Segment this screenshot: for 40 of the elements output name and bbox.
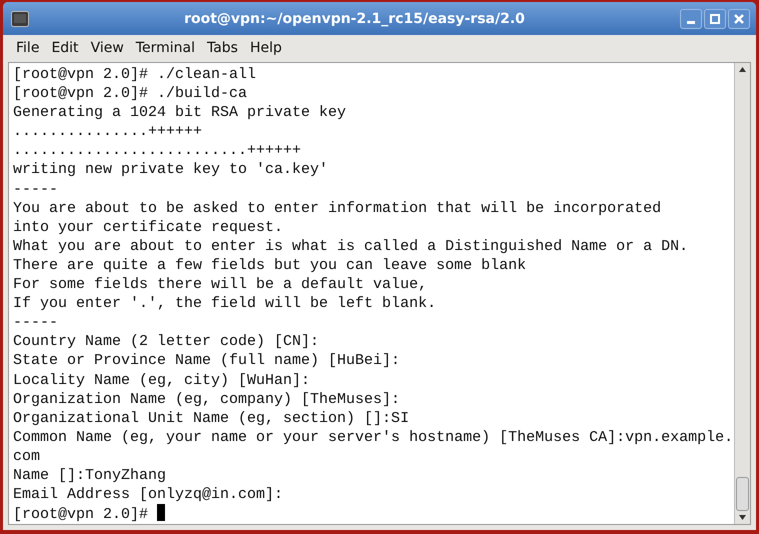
terminal-line: ----- <box>13 313 60 332</box>
maximize-button[interactable] <box>704 8 726 28</box>
scroll-thumb[interactable] <box>736 477 749 511</box>
scrollbar[interactable] <box>734 63 750 524</box>
terminal-icon <box>11 10 29 26</box>
terminal-line: com <box>13 446 42 466</box>
terminal-line: ..........................++++++ <box>13 141 302 160</box>
terminal-line: Email Address [onlyzq@in.com]: <box>13 485 284 504</box>
menu-item[interactable]: Terminal <box>130 38 200 58</box>
terminal-line: writing new private key to 'ca.key' <box>13 160 330 180</box>
terminal-line: If you enter '.', the field will be left blank. <box>13 294 438 314</box>
terminal-line: Country Name (2 letter code) [CN]: <box>13 332 320 352</box>
minimize-icon <box>687 20 695 24</box>
menu-item[interactable]: View <box>86 38 129 58</box>
terminal-line: Name []:TonyZhang <box>13 466 168 486</box>
minimize-button[interactable] <box>680 8 702 28</box>
terminal-line: Locality Name (eg, city) [WuHan]: <box>13 370 312 390</box>
menu-item[interactable]: File <box>11 38 44 58</box>
terminal-line: into your certificate request. <box>13 218 284 237</box>
menu-item[interactable]: Help <box>244 38 287 58</box>
close-icon <box>733 12 745 24</box>
terminal-line: State or Province Name (full name) [HuBei]: <box>13 351 402 370</box>
terminal-line: For some fields there will be a default value, <box>13 275 428 294</box>
terminal-line: Common Name (eg, your name or your server's hostname) [TheMuses CA]:vpn.example. <box>13 428 734 447</box>
window-title: root@vpn:~/openvpn-2.1_rc15/easy-rsa/2.0 <box>183 10 526 26</box>
terminal-line: ...............++++++ <box>13 122 204 142</box>
menu-item[interactable]: Edit <box>46 38 84 58</box>
terminal-line: ----- <box>13 180 60 199</box>
terminal-line: [root@vpn 2.0]# <box>13 504 734 524</box>
close-button[interactable] <box>728 8 750 28</box>
terminal-line: [root@vpn 2.0]# ./clean-all <box>13 65 258 84</box>
terminal-line: You are about to be asked to enter information that will be incorporated <box>13 198 662 218</box>
menu-item[interactable]: Tabs <box>202 38 243 58</box>
terminal-line: There are quite a few fields but you can leave some blank <box>13 256 528 276</box>
terminal-line: Organization Name (eg, company) [TheMuses]: <box>13 390 402 409</box>
maximize-icon <box>709 12 721 24</box>
terminal-line: What you are about to enter is what is called a Distinguished Name or a DN. <box>13 236 690 256</box>
terminal-line: Generating a 1024 bit RSA private key <box>13 103 348 122</box>
terminal-line: [root@vpn 2.0]# ./build-ca <box>13 84 248 104</box>
terminal-line: Organizational Unit Name (eg, section) []:SI <box>13 408 410 428</box>
